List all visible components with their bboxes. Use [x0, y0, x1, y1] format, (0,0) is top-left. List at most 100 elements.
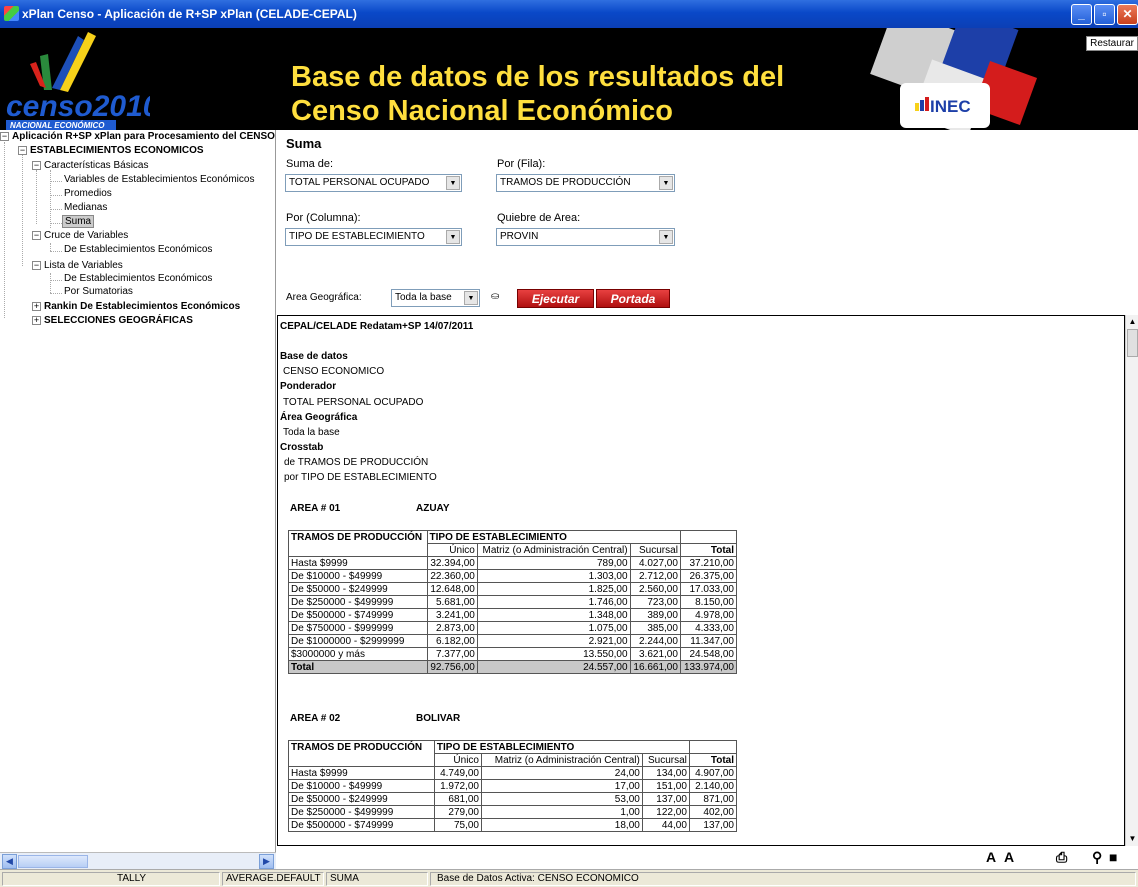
- crosstab-rows: de TRAMOS DE PRODUCCIÓN: [284, 457, 429, 468]
- zoom-icon[interactable]: ⚲: [1092, 849, 1102, 866]
- tree-item-lista-establecimientos[interactable]: De Establecimientos Económicos: [64, 273, 212, 284]
- table-cell: 92.756,00: [426, 660, 478, 674]
- row-label: De $500000 - $749999: [288, 818, 435, 832]
- row-label: De $10000 - $49999: [288, 569, 428, 583]
- table-cell: 75,00: [433, 818, 483, 832]
- scroll-thumb[interactable]: [18, 855, 88, 868]
- report-toolbar: A A ⎙ ⚲ ■: [277, 846, 1138, 869]
- table-row: De $1000000 - $2999999 6.182,00 2.921,00 2.…: [288, 634, 738, 648]
- row-label: Hasta $9999: [288, 766, 435, 780]
- tree-item-establecimientos[interactable]: ESTABLECIMIENTOS ECONOMICOS: [30, 145, 204, 156]
- tree-item-rankin[interactable]: Rankin De Establecimientos Económicos: [44, 301, 240, 312]
- chevron-down-icon[interactable]: ▼: [446, 230, 460, 244]
- table-row: Hasta $9999 32.394,00 789,00 4.027,00 37.210…: [288, 556, 738, 570]
- data-table: TRAMOS DE PRODUCCIÓN TIPO DE ESTABLECIMIE…: [288, 530, 738, 674]
- chevron-down-icon[interactable]: ▼: [659, 230, 673, 244]
- columna-select[interactable]: TIPO DE ESTABLECIMIENTO ▼: [285, 228, 462, 246]
- collapse-icon[interactable]: −: [32, 231, 41, 240]
- tree-item-selecciones[interactable]: SELECCIONES GEOGRÁFICAS: [44, 315, 193, 326]
- column-header: Único: [433, 753, 483, 767]
- tree-item-lista[interactable]: Lista de Variables: [44, 260, 123, 271]
- table-cell: 5.681,00: [426, 595, 478, 609]
- table-cell: 2.244,00: [629, 634, 681, 648]
- chevron-down-icon[interactable]: ▼: [446, 176, 460, 190]
- table-cell: 24,00: [481, 766, 643, 780]
- table-body: TRAMOS DE PRODUCCIÓN TIPO DE ESTABLECIMIE…: [288, 740, 738, 832]
- table-body: TRAMOS DE PRODUCCIÓN TIPO DE ESTABLECIMIE…: [288, 530, 738, 674]
- tree-item-suma[interactable]: Suma: [62, 215, 95, 228]
- logo-subtext: NACIONAL ECONÓMICO: [10, 121, 105, 130]
- table-cell: 4.749,00: [433, 766, 483, 780]
- chevron-down-icon[interactable]: ▼: [659, 176, 673, 190]
- scroll-up-icon[interactable]: ▲: [1126, 315, 1138, 329]
- table-cell: 151,00: [641, 779, 690, 793]
- fila-select[interactable]: TRAMOS DE PRODUCCIÓN ▼: [496, 174, 675, 192]
- table-column-header-row: Único Matriz (o Administración Central) Su…: [288, 543, 738, 557]
- table-column-header-row: Único Matriz (o Administración Central) Su…: [288, 753, 738, 767]
- close-button[interactable]: ✕: [1117, 4, 1138, 25]
- portada-button[interactable]: Portada: [596, 289, 670, 308]
- area-geografica-text: Toda la base: [283, 427, 340, 438]
- chevron-down-icon[interactable]: ▼: [464, 291, 478, 305]
- tree-item-variables[interactable]: Variables de Establecimientos Económicos: [64, 174, 254, 185]
- row-header-cell: TRAMOS DE PRODUCCIÓN: [288, 740, 435, 754]
- table-cell: 18,00: [481, 818, 643, 832]
- table-cell: 44,00: [641, 818, 690, 832]
- save-icon[interactable]: ■: [1109, 849, 1117, 865]
- collapse-icon[interactable]: −: [32, 161, 41, 170]
- binoculars-icon[interactable]: ⛀: [491, 291, 499, 302]
- print-icon[interactable]: ⎙: [1056, 849, 1067, 866]
- collapse-icon[interactable]: −: [0, 132, 9, 141]
- minimize-button[interactable]: _: [1071, 4, 1092, 25]
- area-label: AREA # 02: [290, 713, 341, 724]
- maximize-button[interactable]: ▫: [1094, 4, 1115, 25]
- restaurar-button[interactable]: Restaurar: [1086, 36, 1138, 51]
- column-header: Matriz (o Administración Central): [481, 753, 643, 767]
- tree-item-medianas[interactable]: Medianas: [64, 202, 107, 213]
- area-geografica-value: Toda la base: [395, 292, 452, 303]
- table-cell: 17.033,00: [679, 582, 738, 596]
- tree-item-cruce-establecimientos[interactable]: De Establecimientos Económicos: [64, 244, 212, 255]
- table-cell: 385,00: [629, 621, 681, 635]
- tree-horizontal-scrollbar[interactable]: ◀ ▶: [0, 852, 276, 869]
- table-cell: 389,00: [629, 608, 681, 622]
- collapse-icon[interactable]: −: [32, 261, 41, 270]
- collapse-icon[interactable]: −: [18, 146, 27, 155]
- table-cell: 2.712,00: [629, 569, 681, 583]
- crosstab-label: Crosstab: [280, 442, 324, 453]
- header-cell: [679, 530, 738, 544]
- column-header: Sucursal: [629, 543, 681, 557]
- quiebre-select[interactable]: PROVIN ▼: [496, 228, 675, 246]
- area-geografica-select[interactable]: Toda la base ▼: [391, 289, 480, 307]
- tree-item-promedios[interactable]: Promedios: [64, 188, 112, 199]
- banner-title: Base de datos de los resultados del Cens…: [291, 60, 784, 128]
- table-cell: 1.348,00: [476, 608, 631, 622]
- table-cell: 26.375,00: [679, 569, 738, 583]
- tree-item-sumatorias[interactable]: Por Sumatorias: [64, 286, 133, 297]
- banner-title-line2: Censo Nacional Económico: [291, 95, 673, 127]
- columna-label: Por (Columna):: [286, 212, 361, 224]
- tree-item-cruce[interactable]: Cruce de Variables: [44, 230, 128, 241]
- ejecutar-button[interactable]: Ejecutar: [517, 289, 594, 308]
- scroll-left-icon[interactable]: ◀: [2, 854, 17, 869]
- row-label: Total: [288, 660, 428, 674]
- font-increase-icon[interactable]: A: [986, 849, 996, 865]
- tree-root[interactable]: Aplicación R+SP xPlan para Procesamiento…: [12, 131, 275, 142]
- table-cell: 1.825,00: [476, 582, 631, 596]
- expand-icon[interactable]: +: [32, 302, 41, 311]
- column-header: Sucursal: [641, 753, 690, 767]
- font-decrease-icon[interactable]: A: [1004, 849, 1014, 865]
- table-cell: 133.974,00: [679, 660, 738, 674]
- table-header-row: TRAMOS DE PRODUCCIÓN TIPO DE ESTABLECIMIE…: [288, 530, 738, 544]
- suma-de-select[interactable]: TOTAL PERSONAL OCUPADO ▼: [285, 174, 462, 192]
- scroll-thumb[interactable]: [1127, 329, 1138, 357]
- scroll-down-icon[interactable]: ▼: [1126, 832, 1138, 846]
- expand-icon[interactable]: +: [32, 316, 41, 325]
- scroll-right-icon[interactable]: ▶: [259, 854, 274, 869]
- table-cell: 2.873,00: [426, 621, 478, 635]
- column-group-header: TIPO DE ESTABLECIMIENTO: [433, 740, 643, 754]
- tree-item-caracteristicas[interactable]: Características Básicas: [44, 160, 148, 171]
- table-cell: 723,00: [629, 595, 681, 609]
- results-vertical-scrollbar[interactable]: ▲ ▼: [1125, 315, 1138, 846]
- table-cell: 1.075,00: [476, 621, 631, 635]
